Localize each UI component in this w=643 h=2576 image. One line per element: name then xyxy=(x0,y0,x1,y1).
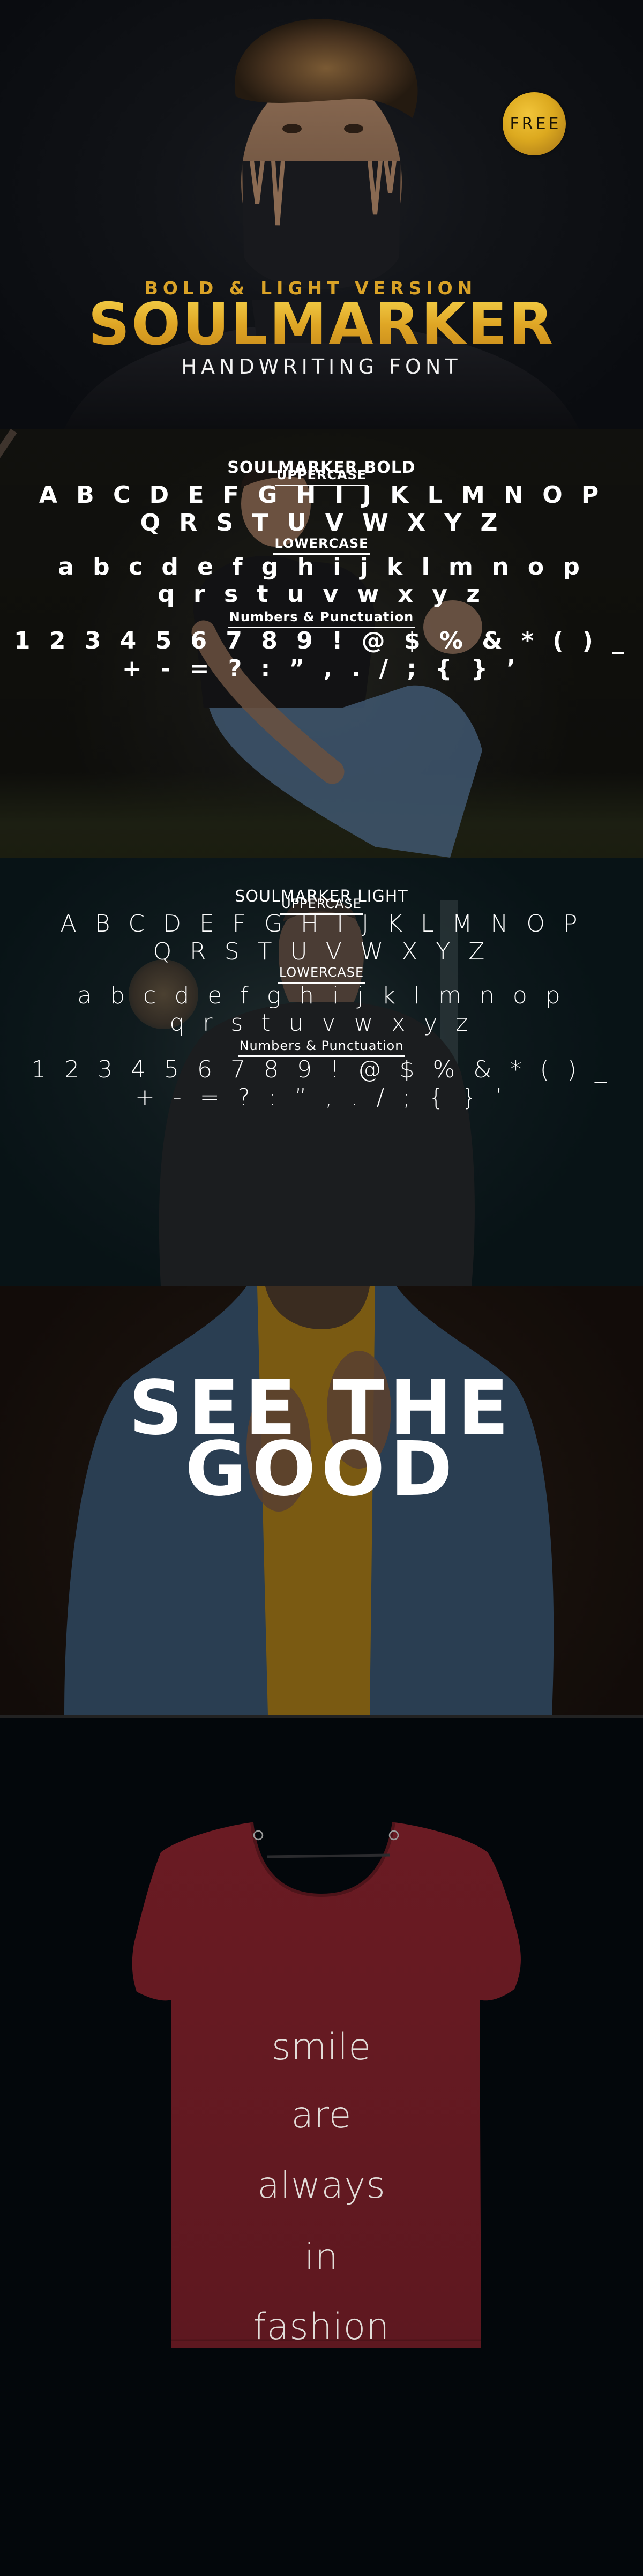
tshirt-mockup-panel: smile are always in fashion xyxy=(0,1718,643,2576)
lowercase-heading: LOWERCASE xyxy=(0,965,643,984)
uppercase-row-2: Q R S T U V W X Y Z xyxy=(140,509,503,537)
shirt-print-line-3: always xyxy=(257,2164,386,2207)
lowercase-row-1: a b c d e f g h i j k l m n o p xyxy=(58,553,585,580)
numbers-row-1: 1 2 3 4 5 6 7 8 9 ! @ $ % & * ( ) _ xyxy=(13,627,630,654)
showcase-line-2: GOOD xyxy=(185,1426,458,1513)
punctuation-row-2: + - = ? : ” , . / ; { } ’ xyxy=(122,655,521,682)
hero-banner: FREE BOLD & LIGHT VERSION SOULMARKER HAN… xyxy=(0,0,643,429)
numbers-heading: Numbers & Punctuation xyxy=(0,1038,643,1057)
numbers-row-1: 1 2 3 4 5 6 7 8 9 ! @ $ % & * ( ) _ xyxy=(31,1056,612,1083)
numbers-heading: Numbers & Punctuation xyxy=(0,609,643,628)
shirt-print-line-5: fashion xyxy=(253,2306,390,2348)
lowercase-row-2: q r s t u v w x y z xyxy=(158,580,485,608)
free-badge-label: FREE xyxy=(510,114,562,133)
shirt-print-line-1: smile xyxy=(271,2026,372,2068)
uppercase-row-2: Q R S T U V W X Y Z xyxy=(153,938,490,965)
showcase-panel: SEE THE GOOD xyxy=(0,1286,643,1715)
uppercase-row-1: A B C D E F G H I J K L M N O P xyxy=(60,910,583,937)
tshirt-image xyxy=(132,1822,521,2348)
punctuation-row-2: + - = ? : ” , . / ; { } ’ xyxy=(134,1084,508,1111)
bold-specimen: SOULMARKER BOLD UPPERCASE A B C D E F G … xyxy=(0,429,643,858)
bold-specimen-panel: SOULMARKER BOLD UPPERCASE A B C D E F G … xyxy=(0,429,643,858)
shirt-print-line-4: in xyxy=(304,2236,339,2279)
uppercase-row-1: A B C D E F G H I J K L M N O P xyxy=(39,481,604,509)
free-badge: FREE xyxy=(503,92,566,155)
shirt-print-line-2: are xyxy=(291,2094,352,2136)
lowercase-heading: LOWERCASE xyxy=(0,536,643,555)
hero-title: SOULMARKER xyxy=(0,296,643,354)
lowercase-row-1: a b c d e f g h i j k l m n o p xyxy=(77,982,566,1009)
hero-tagline: HANDWRITING FONT xyxy=(181,355,462,378)
light-specimen: SOULMARKER LIGHT UPPERCASE A B C D E F G… xyxy=(0,858,643,1286)
lowercase-row-2: q r s t u v w x y z xyxy=(169,1009,474,1037)
light-specimen-panel: SOULMARKER LIGHT UPPERCASE A B C D E F G… xyxy=(0,858,643,1286)
